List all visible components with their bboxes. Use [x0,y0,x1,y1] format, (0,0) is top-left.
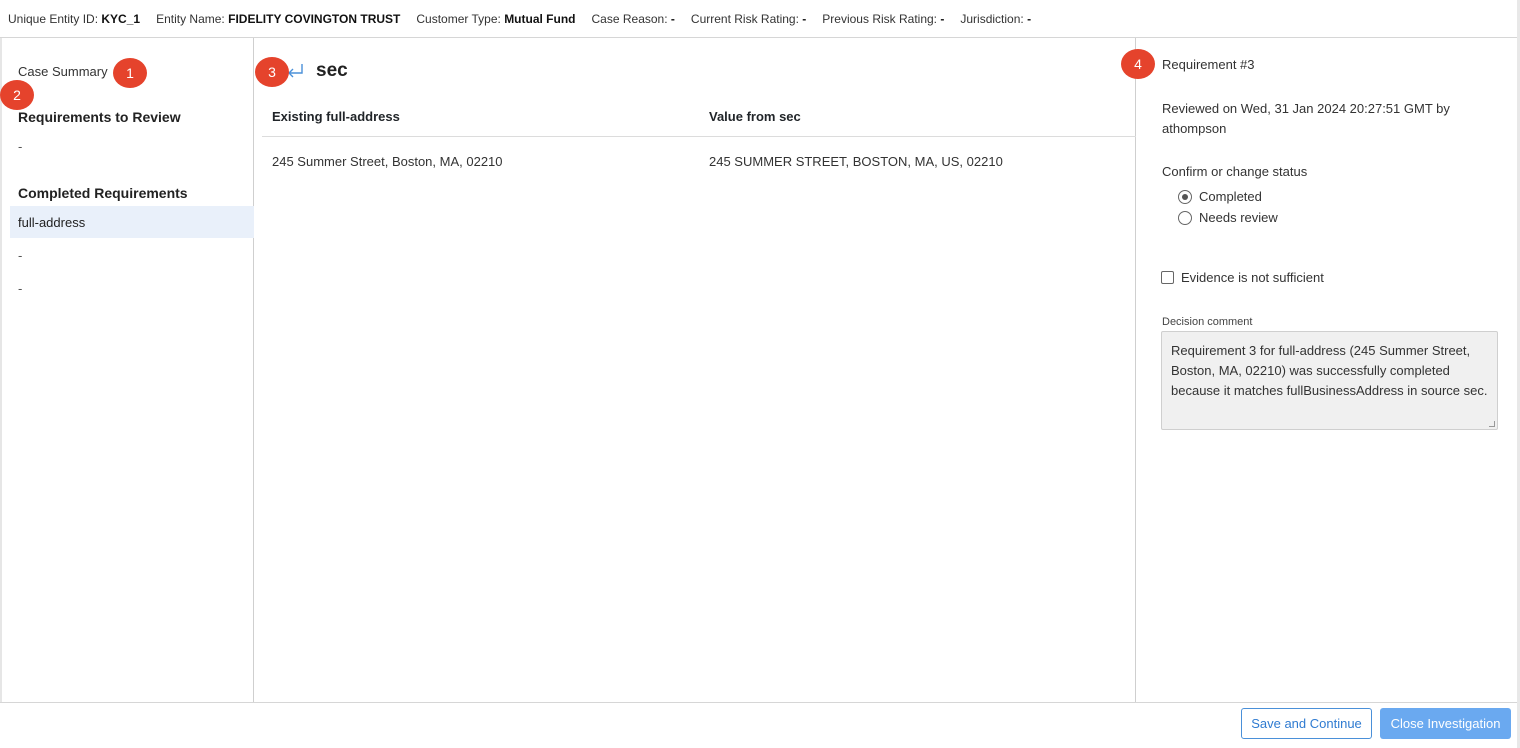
annotation-badge-1: 1 [113,58,147,88]
annotation-badge-3: 3 [255,57,289,87]
decision-comment-textarea[interactable]: Requirement 3 for full-address (245 Summ… [1161,331,1498,430]
close-investigation-button[interactable]: Close Investigation [1380,708,1511,739]
table-header: Existing full-address Value from sec [262,96,1136,137]
column-header-source: Value from sec [709,108,801,124]
existing-value-cell: 245 Summer Street, Boston, MA, 02210 [272,153,503,169]
footer-bar: Save and Continue Close Investigation [0,702,1520,748]
evidence-checkbox-row[interactable]: Evidence is not sufficient [1161,270,1324,285]
current-risk-rating: Current Risk Rating: - [690,11,807,26]
completed-item-full-address[interactable]: full-address [10,206,254,238]
status-option-completed[interactable]: Completed [1178,189,1262,204]
resize-handle-icon[interactable] [1489,421,1495,427]
source-title: sec [316,60,348,81]
decision-comment-label: Decision comment [1162,316,1253,328]
reviewed-info: Reviewed on Wed, 31 Jan 2024 20:27:51 GM… [1162,101,1450,136]
entity-header: Unique Entity ID: KYC_1 Entity Name: FID… [0,0,1520,38]
jurisdiction: Jurisdiction: - [960,11,1032,26]
status-option-label: Completed [1199,189,1262,204]
requirement-title: Requirement #3 [1162,57,1255,72]
decision-comment-text: Requirement 3 for full-address (245 Summ… [1171,343,1488,398]
status-option-label: Needs review [1199,210,1278,225]
completed-requirements-heading: Completed Requirements [18,185,188,201]
status-option-needs-review[interactable]: Needs review [1178,210,1278,225]
completed-list-item[interactable]: - [18,281,22,296]
status-label: Confirm or change status [1162,164,1308,179]
annotation-badge-4: 4 [1121,49,1155,79]
comparison-table: Existing full-address Value from sec 245… [262,96,1136,185]
annotation-badge-2: 2 [0,80,34,110]
table-row: 245 Summer Street, Boston, MA, 02210 245… [262,137,1136,185]
comparison-panel: sec Existing full-address Value from sec… [254,38,1136,702]
column-header-existing: Existing full-address [272,108,400,124]
completed-list-item[interactable]: - [18,248,22,263]
evidence-label: Evidence is not sufficient [1181,270,1324,285]
case-summary-link[interactable]: Case Summary [18,64,108,79]
previous-risk-rating: Previous Risk Rating: - [822,11,945,26]
review-list-item[interactable]: - [18,139,22,154]
requirements-sidebar: Case Summary Requirements to Review - Co… [0,38,254,702]
requirement-detail-panel: Requirement #3 Reviewed on Wed, 31 Jan 2… [1137,38,1520,702]
radio-button[interactable] [1178,210,1192,225]
requirements-to-review-heading: Requirements to Review [18,109,181,125]
evidence-checkbox[interactable] [1161,271,1174,284]
customer-type: Customer Type: Mutual Fund [416,11,576,26]
case-reason: Case Reason: - [591,11,675,26]
radio-button-selected[interactable] [1178,189,1192,204]
entity-name: Entity Name: FIDELITY COVINGTON TRUST [156,11,401,26]
save-and-continue-button[interactable]: Save and Continue [1241,708,1372,739]
entity-id: Unique Entity ID: KYC_1 [8,11,141,26]
source-value-cell: 245 SUMMER STREET, BOSTON, MA, US, 02210 [709,153,1003,169]
